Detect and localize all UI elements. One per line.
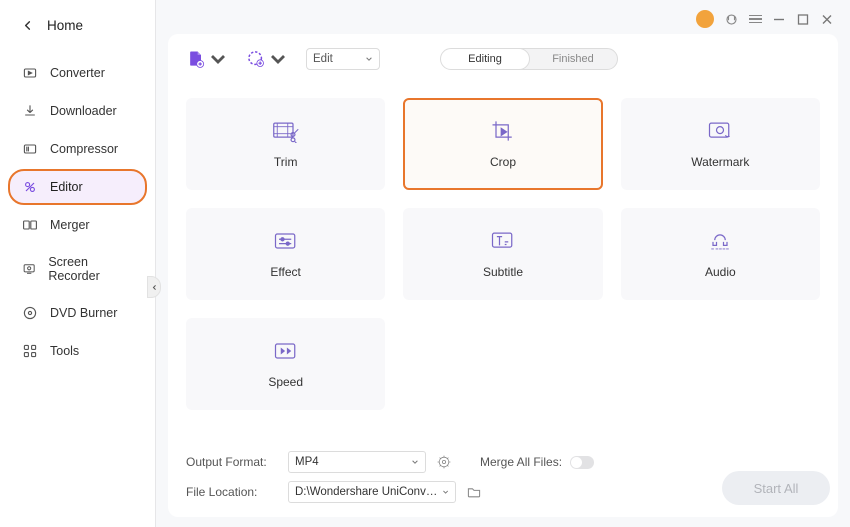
sidebar-item-label: Editor bbox=[50, 180, 83, 194]
select-value: D:\Wondershare UniConverter 1 bbox=[295, 486, 442, 498]
dvd-icon bbox=[22, 305, 38, 321]
tile-label: Speed bbox=[268, 375, 303, 389]
select-value: MP4 bbox=[295, 456, 319, 468]
hamburger-menu-icon[interactable] bbox=[749, 15, 762, 24]
tile-speed[interactable]: Speed bbox=[186, 318, 385, 410]
tab-editing[interactable]: Editing bbox=[440, 48, 530, 70]
chevron-down-icon bbox=[365, 55, 373, 63]
folder-icon[interactable] bbox=[466, 484, 482, 500]
sidebar-item-merger[interactable]: Merger bbox=[8, 207, 147, 243]
tile-label: Subtitle bbox=[483, 265, 523, 279]
window-maximize-button[interactable] bbox=[796, 12, 810, 26]
tile-crop[interactable]: Crop bbox=[403, 98, 602, 190]
support-icon[interactable] bbox=[724, 12, 739, 27]
chevron-down-icon bbox=[208, 49, 228, 69]
sidebar-item-editor[interactable]: Editor bbox=[8, 169, 147, 205]
audio-icon bbox=[706, 229, 734, 253]
tile-effect[interactable]: Effect bbox=[186, 208, 385, 300]
merge-label: Merge All Files: bbox=[480, 455, 562, 469]
sidebar-item-compressor[interactable]: Compressor bbox=[8, 131, 147, 167]
main-panel: Edit Editing Finished Trim Crop bbox=[156, 0, 850, 527]
home-label: Home bbox=[47, 18, 83, 33]
sidebar-item-downloader[interactable]: Downloader bbox=[8, 93, 147, 129]
tile-watermark[interactable]: Watermark bbox=[621, 98, 820, 190]
effect-icon bbox=[272, 229, 300, 253]
sidebar-item-label: Converter bbox=[50, 66, 105, 80]
editor-icon bbox=[22, 179, 38, 195]
sidebar-item-dvd-burner[interactable]: DVD Burner bbox=[8, 295, 147, 331]
avatar[interactable] bbox=[696, 10, 714, 28]
crop-icon bbox=[489, 119, 517, 143]
chevron-down-icon bbox=[411, 458, 419, 466]
file-location-label: File Location: bbox=[186, 485, 278, 499]
chevron-left-icon bbox=[151, 284, 158, 291]
start-all-label: Start All bbox=[754, 481, 799, 496]
sidebar-item-label: DVD Burner bbox=[50, 306, 117, 320]
downloader-icon bbox=[22, 103, 38, 119]
screen-recorder-icon bbox=[22, 261, 36, 277]
tile-subtitle[interactable]: Subtitle bbox=[403, 208, 602, 300]
sidebar-item-converter[interactable]: Converter bbox=[8, 55, 147, 91]
window-minimize-button[interactable] bbox=[772, 12, 786, 26]
content-card: Edit Editing Finished Trim Crop bbox=[168, 34, 838, 517]
chevron-down-icon bbox=[268, 49, 288, 69]
tile-label: Crop bbox=[490, 155, 516, 169]
tools-icon bbox=[22, 343, 38, 359]
add-file-button[interactable] bbox=[186, 49, 228, 69]
titlebar bbox=[168, 8, 838, 34]
sidebar-item-label: Downloader bbox=[50, 104, 117, 118]
speed-icon bbox=[272, 339, 300, 363]
tile-trim[interactable]: Trim bbox=[186, 98, 385, 190]
home-button[interactable]: Home bbox=[0, 8, 155, 55]
sidebar-item-label: Merger bbox=[50, 218, 90, 232]
window-close-button[interactable] bbox=[820, 12, 834, 26]
watermark-icon bbox=[706, 119, 734, 143]
merger-icon bbox=[22, 217, 38, 233]
tab-finished[interactable]: Finished bbox=[529, 49, 617, 69]
sidebar-item-label: Screen Recorder bbox=[48, 255, 133, 283]
file-add-icon bbox=[186, 49, 206, 69]
merge-toggle[interactable] bbox=[570, 456, 594, 469]
tile-label: Audio bbox=[705, 265, 736, 279]
file-location-select[interactable]: D:\Wondershare UniConverter 1 bbox=[288, 481, 456, 503]
sidebar-item-label: Compressor bbox=[50, 142, 118, 156]
tile-label: Trim bbox=[274, 155, 298, 169]
sidebar: Home Converter Downloader Compressor Edi… bbox=[0, 0, 156, 527]
record-button[interactable] bbox=[246, 49, 288, 69]
compressor-icon bbox=[22, 141, 38, 157]
tile-audio[interactable]: Audio bbox=[621, 208, 820, 300]
start-all-button[interactable]: Start All bbox=[722, 471, 830, 505]
sidebar-item-tools[interactable]: Tools bbox=[8, 333, 147, 369]
converter-icon bbox=[22, 65, 38, 81]
sidebar-item-label: Tools bbox=[50, 344, 79, 358]
settings-icon[interactable] bbox=[436, 454, 452, 470]
edit-mode-select[interactable]: Edit bbox=[306, 48, 380, 70]
chevron-down-icon bbox=[442, 488, 449, 496]
tile-label: Watermark bbox=[691, 155, 749, 169]
toolbar: Edit Editing Finished bbox=[186, 48, 820, 70]
chevron-left-icon bbox=[22, 20, 33, 31]
output-format-label: Output Format: bbox=[186, 455, 278, 469]
select-value: Edit bbox=[313, 53, 333, 65]
editor-tiles-grid: Trim Crop Watermark Effect Subtitle bbox=[186, 98, 820, 410]
record-icon bbox=[246, 49, 266, 69]
sidebar-item-screen-recorder[interactable]: Screen Recorder bbox=[8, 245, 147, 293]
tile-label: Effect bbox=[270, 265, 300, 279]
trim-icon bbox=[272, 119, 300, 143]
merge-all-control: Merge All Files: bbox=[480, 455, 594, 469]
subtitle-icon bbox=[489, 229, 517, 253]
output-format-select[interactable]: MP4 bbox=[288, 451, 426, 473]
status-toggle: Editing Finished bbox=[440, 48, 618, 70]
